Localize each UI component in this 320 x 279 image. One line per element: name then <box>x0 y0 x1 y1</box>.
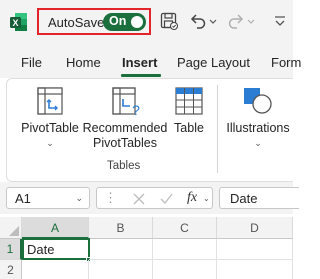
save-icon[interactable] <box>159 11 179 31</box>
formula-value: Date <box>230 191 258 206</box>
title-bar: X AutoSave On <box>0 0 293 44</box>
illustrations-button[interactable]: Illustrations ⌄ <box>225 85 291 151</box>
table-icon <box>175 87 203 115</box>
svg-text:?: ? <box>132 102 140 117</box>
worksheet-grid: A B C D 1 2 Date <box>0 214 293 279</box>
cell-a2[interactable] <box>22 260 89 279</box>
tab-home[interactable]: Home <box>66 55 101 70</box>
recommended-label-line1: Recommended <box>82 121 168 135</box>
name-box-value: A1 <box>15 191 31 206</box>
redo-dropdown-icon[interactable] <box>246 11 256 31</box>
pivottable-icon <box>37 87 63 115</box>
ribbon-panel: PivotTable ⌄ ? Recommended PivotTables T… <box>6 78 293 182</box>
column-header-a[interactable]: A <box>22 217 89 239</box>
table-label: Table <box>174 121 204 135</box>
tables-group-label: Tables <box>107 160 141 172</box>
fx-dropdown-icon[interactable]: ⌄ <box>203 194 210 203</box>
undo-dropdown-icon[interactable] <box>208 11 218 31</box>
row-header-2[interactable]: 2 <box>0 260 22 279</box>
select-all-corner[interactable] <box>0 217 22 239</box>
illustrations-label: Illustrations <box>226 121 290 135</box>
chevron-down-icon[interactable]: ⌄ <box>75 193 83 204</box>
column-header-d[interactable]: D <box>217 217 293 239</box>
tab-page-layout[interactable]: Page Layout <box>177 55 250 70</box>
table-button[interactable]: Table <box>171 85 207 136</box>
autosave-control: AutoSave On <box>37 8 151 35</box>
cell-b1[interactable] <box>89 239 153 260</box>
autosave-toggle[interactable]: On <box>103 13 146 31</box>
recommended-pivottables-button[interactable]: ? Recommended PivotTables <box>82 85 168 151</box>
tab-insert[interactable]: Insert <box>122 55 157 70</box>
pivottable-button[interactable]: PivotTable ⌄ <box>15 85 85 151</box>
more-icon[interactable]: ⋮ <box>104 190 117 206</box>
recommended-label-line2: PivotTables <box>93 136 157 150</box>
formula-input[interactable]: Date <box>219 187 299 209</box>
illustrations-dropdown-icon[interactable]: ⌄ <box>225 136 291 151</box>
autosave-label: AutoSave <box>48 15 105 30</box>
ribbon-tabs: File Home Insert Page Layout Form <box>0 44 301 78</box>
toggle-knob <box>131 16 143 28</box>
cell-c1[interactable] <box>153 239 217 260</box>
column-header-c[interactable]: C <box>153 217 217 239</box>
cancel-icon[interactable] <box>133 193 145 205</box>
cell-c2[interactable] <box>153 260 217 279</box>
recommended-pivottables-icon: ? <box>112 87 140 117</box>
ribbon-divider <box>217 85 218 173</box>
svg-text:X: X <box>12 18 18 28</box>
tab-file[interactable]: File <box>21 55 42 70</box>
select-all-icon <box>9 226 19 236</box>
customize-toolbar-icon[interactable] <box>270 11 290 31</box>
row-header-1[interactable]: 1 <box>0 239 22 260</box>
insert-function-icon[interactable]: fx <box>187 190 197 206</box>
illustrations-icon <box>244 88 272 114</box>
excel-icon[interactable]: X <box>10 12 28 32</box>
cell-d1[interactable] <box>217 239 293 260</box>
cell-a1[interactable]: Date <box>22 238 90 260</box>
undo-icon[interactable] <box>188 11 208 31</box>
formula-buttons: ⋮ fx ⌄ <box>96 187 213 209</box>
cell-d2[interactable] <box>217 260 293 279</box>
column-header-b[interactable]: B <box>89 217 153 239</box>
tab-formulas[interactable]: Form <box>271 55 301 70</box>
pivottable-dropdown-icon[interactable]: ⌄ <box>15 136 85 151</box>
active-tab-indicator <box>121 74 161 77</box>
autosave-state: On <box>109 14 127 28</box>
pivottable-label: PivotTable <box>21 121 79 135</box>
name-box[interactable]: A1 ⌄ <box>6 187 90 209</box>
redo-icon[interactable] <box>226 11 246 31</box>
enter-icon[interactable] <box>160 193 173 205</box>
cell-b2[interactable] <box>89 260 153 279</box>
